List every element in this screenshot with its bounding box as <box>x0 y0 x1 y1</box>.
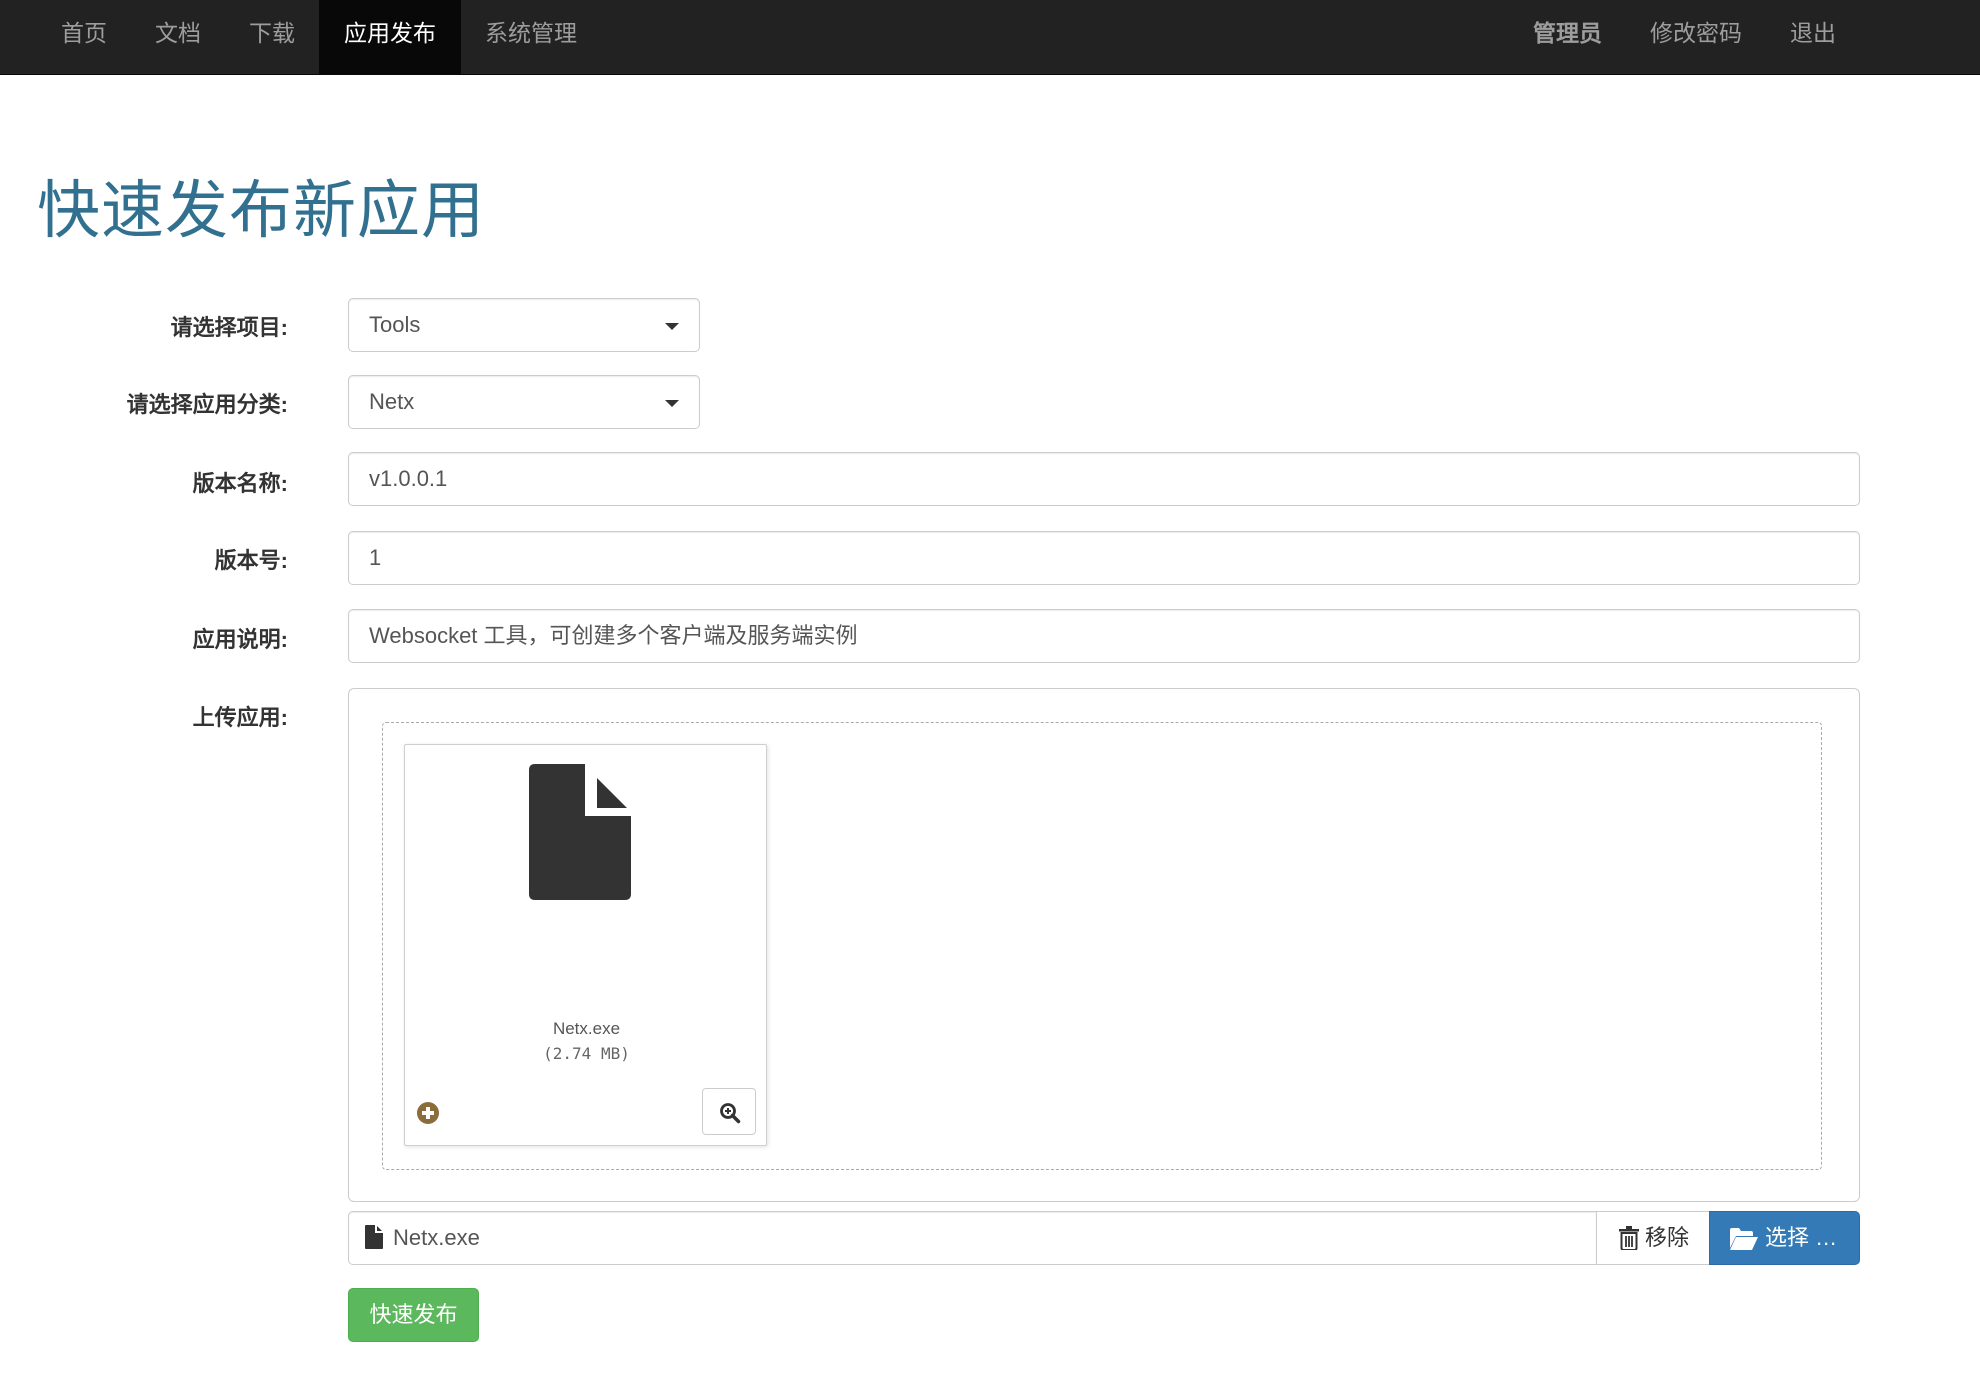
version-name-input[interactable]: v1.0.0.1 <box>348 452 1860 506</box>
file-icon <box>365 1225 383 1249</box>
nav-logout[interactable]: 退出 <box>1766 0 1860 74</box>
file-input-display[interactable]: Netx.exe <box>348 1211 1597 1265</box>
zoom-preview-button[interactable] <box>702 1088 756 1135</box>
nav-item-download[interactable]: 下载 <box>225 0 319 74</box>
nav-change-password[interactable]: 修改密码 <box>1626 0 1766 74</box>
version-name-value: v1.0.0.1 <box>369 466 448 491</box>
version-name-label: 版本名称: <box>192 471 288 496</box>
version-code-input[interactable]: 1 <box>348 531 1860 585</box>
project-select-value: Tools <box>369 312 421 337</box>
folder-open-icon <box>1730 1228 1758 1250</box>
nav-item-app-publish[interactable]: 应用发布 <box>319 0 461 74</box>
file-preview-name: Netx.exe <box>552 1019 621 1038</box>
upload-label: 上传应用: <box>192 705 288 730</box>
nav-user[interactable]: 管理员 <box>1509 0 1626 74</box>
nav-right: 管理员 修改密码 退出 <box>1509 0 1980 74</box>
description-value: Websocket 工具，可创建多个客户端及服务端实例 <box>369 623 858 648</box>
zoom-in-icon <box>720 1103 741 1124</box>
nav-left: 首页 文档 下载 应用发布 系统管理 <box>37 0 601 74</box>
description-label: 应用说明: <box>192 627 288 652</box>
top-navbar: 首页 文档 下载 应用发布 系统管理 管理员 修改密码 退出 <box>0 0 1980 75</box>
file-preview-card: Netx.exe (2.74 MB) <box>404 744 767 1146</box>
remove-file-label: 移除 <box>1645 1225 1690 1250</box>
choose-file-button[interactable]: 选择 … <box>1709 1211 1860 1265</box>
file-input-value: Netx.exe <box>393 1225 480 1250</box>
quick-publish-button[interactable]: 快速发布 <box>348 1288 479 1342</box>
file-icon <box>529 764 631 900</box>
remove-file-button[interactable]: 移除 <box>1596 1211 1710 1265</box>
version-code-label: 版本号: <box>214 548 288 573</box>
nav-item-docs[interactable]: 文档 <box>131 0 225 74</box>
upload-preview-panel: Netx.exe (2.74 MB) <box>348 688 1860 1202</box>
plus-circle-icon <box>417 1102 439 1124</box>
description-input[interactable]: Websocket 工具，可创建多个客户端及服务端实例 <box>348 609 1860 663</box>
category-select[interactable]: Netx <box>348 375 700 429</box>
trash-icon <box>1619 1226 1639 1250</box>
choose-file-label: 选择 … <box>1765 1225 1838 1250</box>
caret-down-icon <box>665 323 679 330</box>
project-select[interactable]: Tools <box>348 298 700 352</box>
file-drop-zone[interactable]: Netx.exe (2.74 MB) <box>382 722 1822 1170</box>
nav-item-home[interactable]: 首页 <box>37 0 131 74</box>
category-label: 请选择应用分类: <box>126 392 288 417</box>
version-code-value: 1 <box>369 545 382 570</box>
page-title: 快速发布新应用 <box>37 176 485 246</box>
caret-down-icon <box>665 400 679 407</box>
file-preview-size: (2.74 MB) <box>543 1044 630 1063</box>
project-label: 请选择项目: <box>170 315 288 340</box>
nav-item-system-admin[interactable]: 系统管理 <box>461 0 601 74</box>
category-select-value: Netx <box>369 389 415 414</box>
